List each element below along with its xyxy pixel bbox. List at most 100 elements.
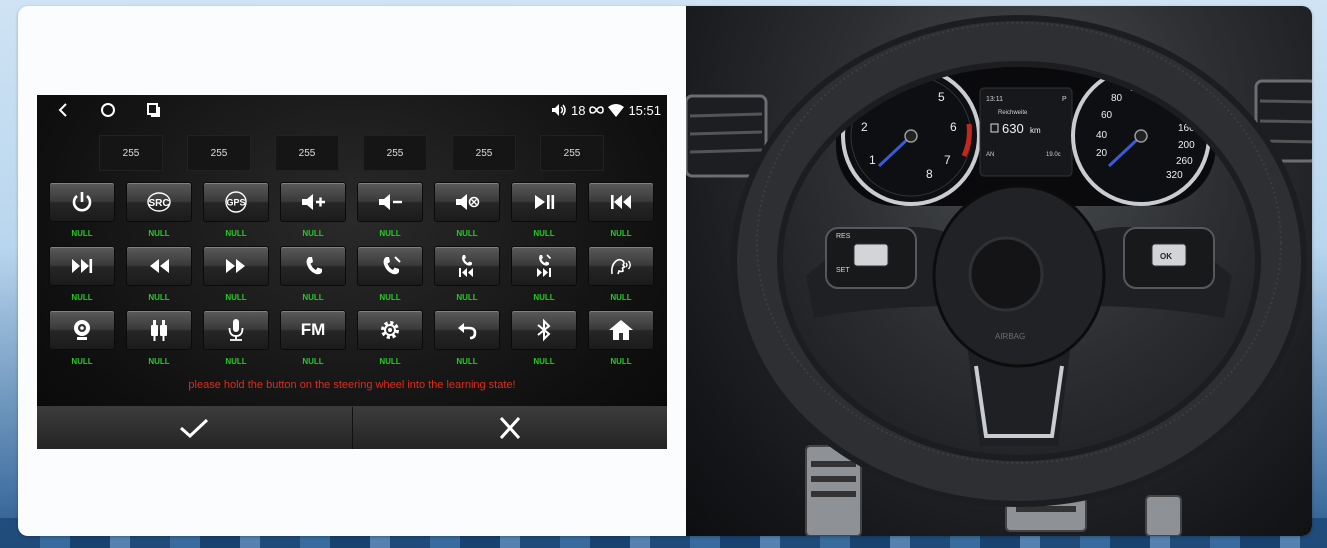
- back-icon[interactable]: [55, 101, 73, 119]
- steering-wheel-learning-screen: 18 15:51 255 255 255 255 255 255 SRC GPS…: [37, 95, 667, 449]
- code-slot: 255: [275, 135, 339, 171]
- bluetooth-icon: [537, 318, 551, 342]
- key-status: NULL: [610, 229, 632, 238]
- key-status: NULL: [148, 229, 170, 238]
- phone-answer-icon: [306, 257, 322, 275]
- confirm-button[interactable]: [37, 407, 352, 449]
- left-wheel-controls[interactable]: RES SET: [825, 227, 917, 289]
- speedo-tick: 80: [1111, 93, 1123, 104]
- air-vent-left: [686, 94, 768, 178]
- settings-gear-icon: [381, 321, 399, 339]
- speedo-tick: 40: [1096, 130, 1108, 141]
- key-status: NULL: [533, 229, 555, 238]
- tacho-tick: 5: [938, 90, 945, 104]
- temperature-readout: 18: [570, 102, 586, 118]
- speedo-tick: 60: [1101, 110, 1113, 121]
- key-status: NULL: [71, 229, 93, 238]
- speedo-tick: 20: [1096, 148, 1108, 159]
- key-status: NULL: [302, 357, 324, 366]
- play-pause-icon: [535, 195, 555, 209]
- steering-wheel-photo: 1 2 3 4 5 6 7 8 13:11 P Reichweite 630 k…: [686, 6, 1312, 536]
- gps-key[interactable]: GPS: [203, 182, 269, 222]
- speedo-tick: 260: [1176, 156, 1193, 167]
- infinity-icon: [589, 106, 605, 114]
- src-key[interactable]: SRC: [126, 182, 192, 222]
- learned-code-slots: 255 255 255 255 255 255: [37, 125, 667, 173]
- cancel-button[interactable]: [351, 407, 667, 449]
- phone-answer-key[interactable]: [280, 246, 346, 286]
- audio-jack-icon: [151, 320, 167, 341]
- voice-icon: [611, 258, 631, 275]
- fm-key[interactable]: FM: [280, 310, 346, 350]
- key-status: NULL: [225, 229, 247, 238]
- rewind-icon: [150, 259, 169, 273]
- key-status: NULL: [379, 229, 401, 238]
- code-slot: 255: [452, 135, 516, 171]
- recent-apps-icon[interactable]: [145, 101, 163, 119]
- ok-label: OK: [1160, 252, 1172, 261]
- voice-key[interactable]: [588, 246, 654, 286]
- src-icon-label: SRC: [148, 198, 169, 209]
- key-status: NULL: [225, 357, 247, 366]
- key-status: NULL: [148, 357, 170, 366]
- key-status: NULL: [148, 293, 170, 302]
- status-indicators: 18 15:51: [551, 101, 661, 119]
- previous-track-key[interactable]: [588, 182, 654, 222]
- phone-next-key[interactable]: [511, 246, 577, 286]
- key-status: NULL: [456, 229, 478, 238]
- range-label: Reichweite: [998, 110, 1028, 116]
- close-icon: [499, 416, 520, 440]
- return-icon: [458, 323, 477, 340]
- power-icon: [72, 192, 92, 212]
- gps-icon-label: GPS: [226, 198, 245, 208]
- home-icon: [609, 320, 633, 340]
- audio-jack-key[interactable]: [126, 310, 192, 350]
- microphone-key[interactable]: [203, 310, 269, 350]
- key-status: NULL: [456, 357, 478, 366]
- return-key[interactable]: [434, 310, 500, 350]
- checkmark-icon: [180, 418, 209, 439]
- odo-left: AN: [986, 152, 994, 158]
- power-key[interactable]: [49, 182, 115, 222]
- bluetooth-key[interactable]: [511, 310, 577, 350]
- key-status: NULL: [533, 293, 555, 302]
- play-pause-key[interactable]: [511, 182, 577, 222]
- tacho-tick: 2: [861, 120, 868, 134]
- speedo-tick: 200: [1178, 140, 1195, 151]
- home-circle-icon[interactable]: [99, 101, 117, 119]
- airbag-label: AIRBAG: [995, 332, 1025, 341]
- next-track-key[interactable]: [49, 246, 115, 286]
- rewind-key[interactable]: [126, 246, 192, 286]
- camera-icon: [74, 320, 90, 340]
- mute-icon: [456, 194, 480, 210]
- key-status: NULL: [71, 293, 93, 302]
- set-label: SET: [836, 267, 850, 274]
- product-card: 18 15:51 255 255 255 255 255 255 SRC GPS…: [18, 6, 1312, 536]
- fast-forward-key[interactable]: [203, 246, 269, 286]
- camera-key[interactable]: [49, 310, 115, 350]
- volume-icon: [551, 104, 566, 116]
- phone-previous-icon: [459, 255, 473, 277]
- code-slot: 255: [363, 135, 427, 171]
- key-status: NULL: [379, 293, 401, 302]
- right-wheel-controls[interactable]: OK: [1123, 227, 1215, 289]
- phone-previous-key[interactable]: [434, 246, 500, 286]
- home-key[interactable]: [588, 310, 654, 350]
- mute-key[interactable]: [434, 182, 500, 222]
- status-bar: 18 15:51: [37, 95, 667, 125]
- range-unit: km: [1030, 126, 1041, 135]
- key-status: NULL: [379, 357, 401, 366]
- key-status: NULL: [610, 357, 632, 366]
- tacho-tick: 6: [950, 120, 957, 134]
- key-status: NULL: [302, 293, 324, 302]
- key-status: NULL: [302, 229, 324, 238]
- previous-track-icon: [611, 195, 631, 209]
- code-slot: 255: [187, 135, 251, 171]
- phone-hangup-key[interactable]: [357, 246, 423, 286]
- phone-next-icon: [537, 254, 552, 277]
- settings-key[interactable]: [357, 310, 423, 350]
- display-gear: P: [1062, 96, 1067, 103]
- volume-down-key[interactable]: [357, 182, 423, 222]
- volume-up-icon: [302, 194, 325, 210]
- volume-up-key[interactable]: [280, 182, 346, 222]
